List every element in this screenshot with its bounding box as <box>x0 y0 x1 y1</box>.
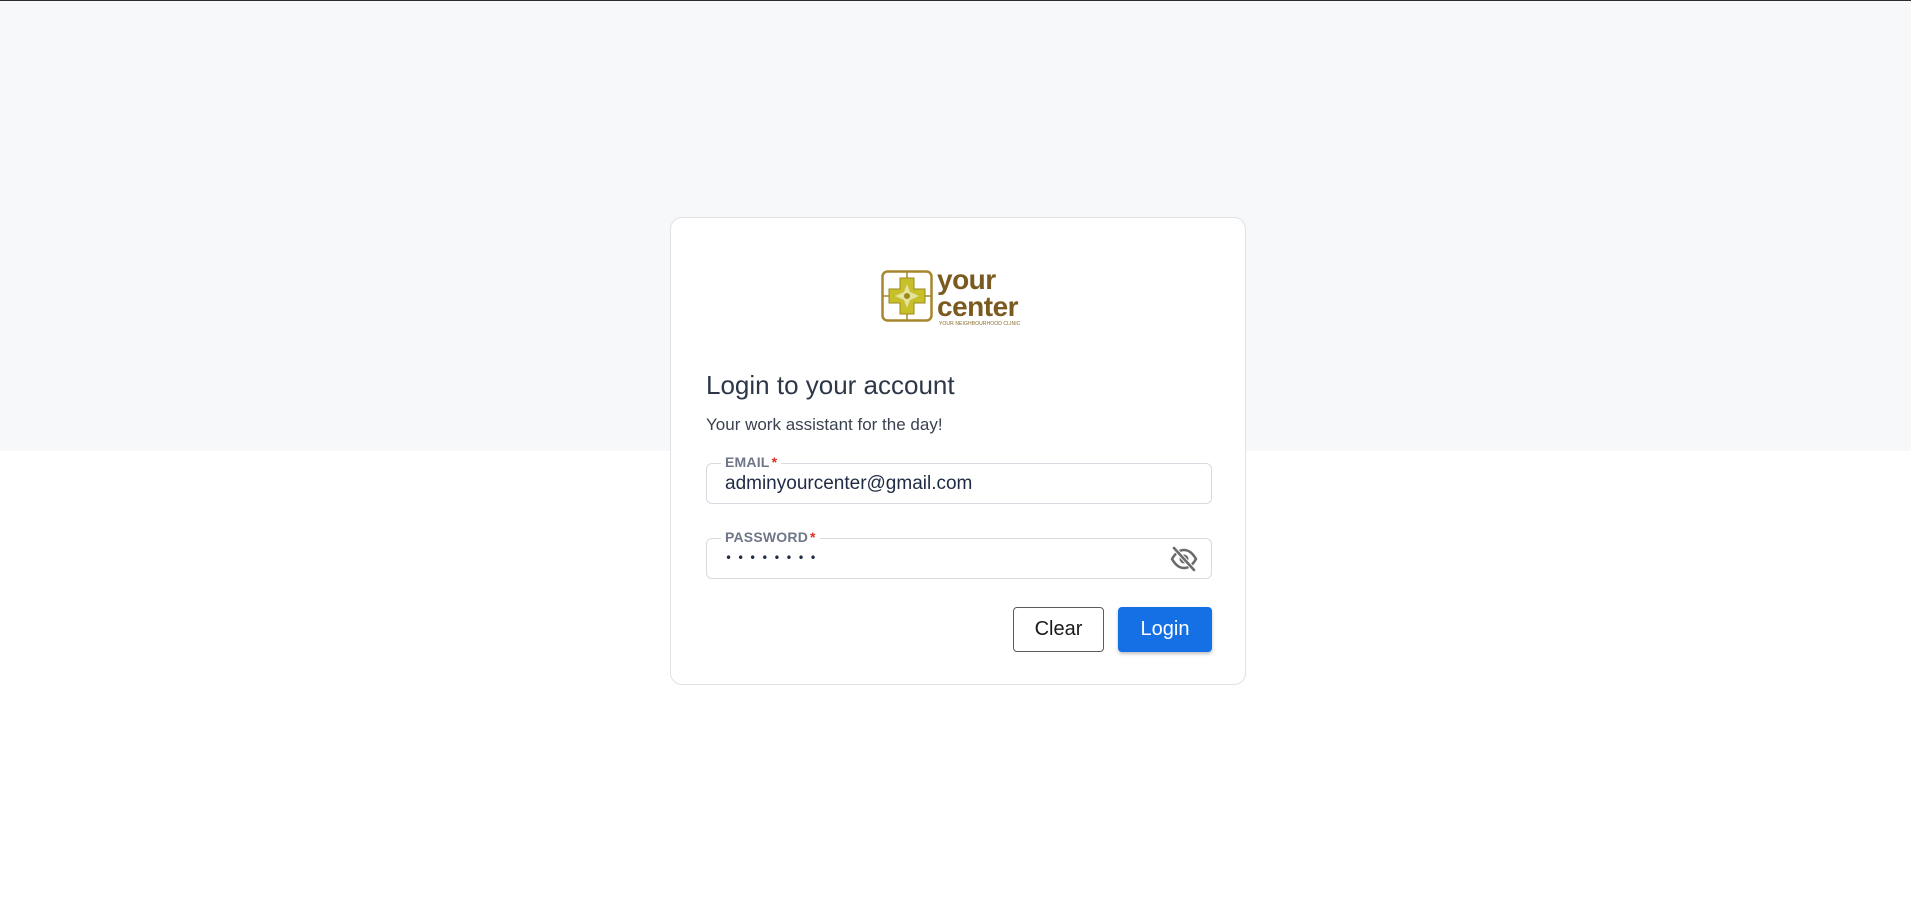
clinic-cross-logo-icon <box>881 270 933 322</box>
email-field[interactable]: EMAIL * <box>706 453 1212 504</box>
email-label: EMAIL * <box>721 453 782 471</box>
email-input[interactable] <box>725 473 1165 495</box>
email-required-mark: * <box>771 454 778 470</box>
eye-slash-icon[interactable] <box>1169 545 1199 573</box>
email-label-text: EMAIL <box>725 454 770 470</box>
page-title: Login to your account <box>706 370 955 400</box>
login-button[interactable]: Login <box>1118 607 1212 652</box>
password-label-text: PASSWORD <box>725 529 809 545</box>
password-input[interactable]: •••••••• <box>725 551 822 565</box>
logo-wordmark: your center <box>937 264 1019 322</box>
logo-word-line1: your <box>937 264 996 295</box>
password-required-mark: * <box>810 529 816 545</box>
brand-logo: your center YOUR NEIGHBOURHOOD CLINIC <box>881 266 1031 330</box>
login-card: your center YOUR NEIGHBOURHOOD CLINIC Lo… <box>670 217 1246 685</box>
page-subtitle: Your work assistant for the day! <box>706 415 943 434</box>
logo-word-line2: center <box>937 291 1019 322</box>
password-label: PASSWORD * <box>721 528 820 546</box>
logo-tagline: YOUR NEIGHBOURHOOD CLINIC <box>939 321 1021 327</box>
clear-button[interactable]: Clear <box>1013 607 1104 652</box>
password-field[interactable]: PASSWORD * •••••••• <box>706 528 1212 579</box>
